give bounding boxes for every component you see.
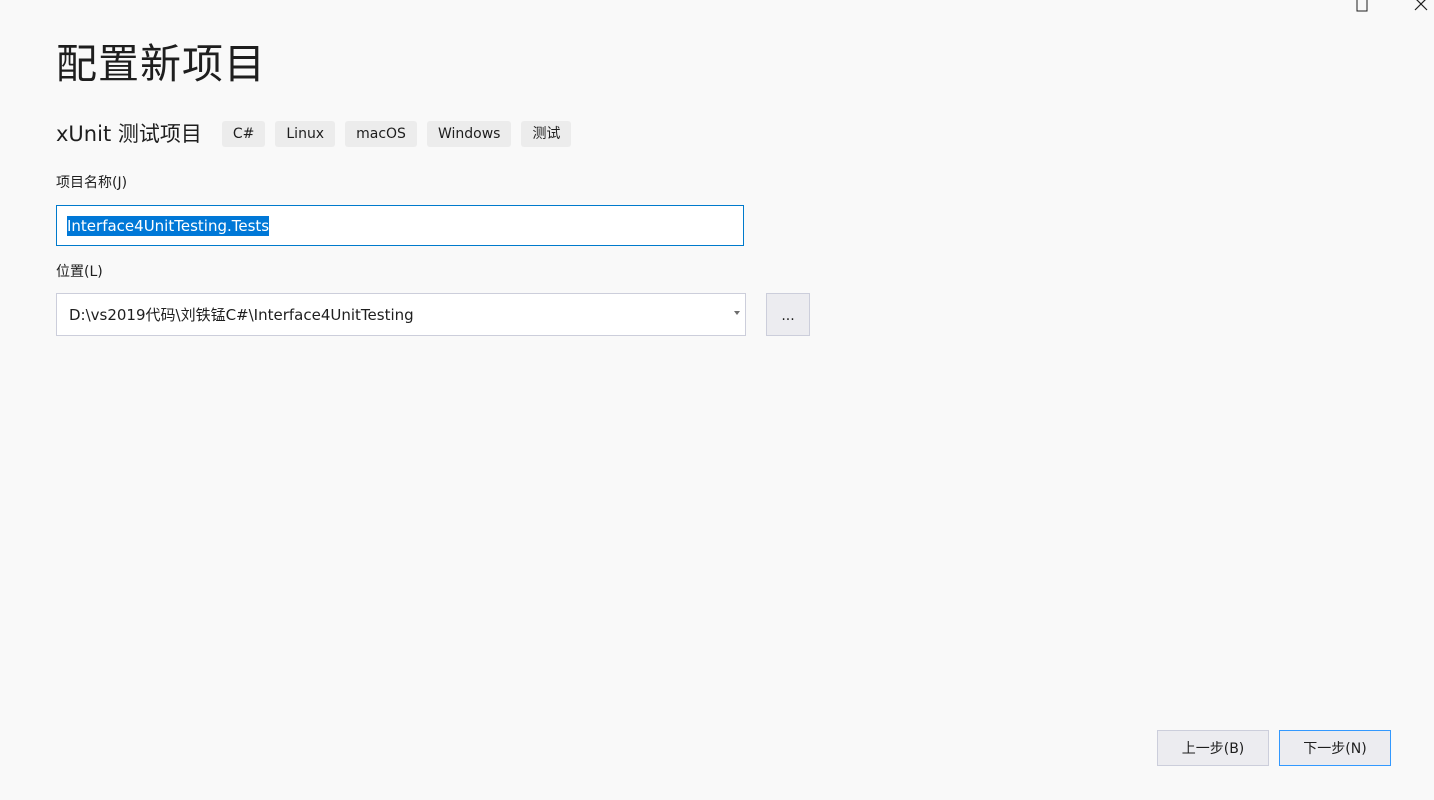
project-name-input[interactable]: Interface4UnitTesting.Tests <box>56 205 744 246</box>
project-name-value: Interface4UnitTesting.Tests <box>67 215 270 236</box>
close-button[interactable] <box>1406 0 1434 14</box>
maximize-button[interactable] <box>1347 0 1377 14</box>
tag-csharp: C# <box>221 121 266 147</box>
back-button[interactable]: 上一步(B) <box>1157 730 1269 766</box>
tag-test: 测试 <box>521 121 572 147</box>
tag-windows: Windows <box>426 121 512 147</box>
chevron-down-icon[interactable] <box>734 311 740 315</box>
browse-button[interactable]: ... <box>766 293 810 336</box>
location-value: D:\vs2019代码\刘铁锰C#\Interface4UnitTesting <box>69 306 414 324</box>
page-title: 配置新项目 <box>56 40 266 88</box>
location-label: 位置(L) <box>56 264 103 280</box>
next-button[interactable]: 下一步(N) <box>1279 730 1391 766</box>
template-name: xUnit 测试项目 <box>56 122 202 146</box>
template-info: xUnit 测试项目 C# Linux macOS Windows 测试 <box>56 118 581 150</box>
tag-linux: Linux <box>275 121 336 147</box>
close-icon <box>1414 0 1428 11</box>
project-name-label: 项目名称(J) <box>56 175 128 191</box>
maximize-icon <box>1356 0 1368 12</box>
location-combobox[interactable]: D:\vs2019代码\刘铁锰C#\Interface4UnitTesting <box>56 293 746 336</box>
tag-macos: macOS <box>345 121 417 147</box>
